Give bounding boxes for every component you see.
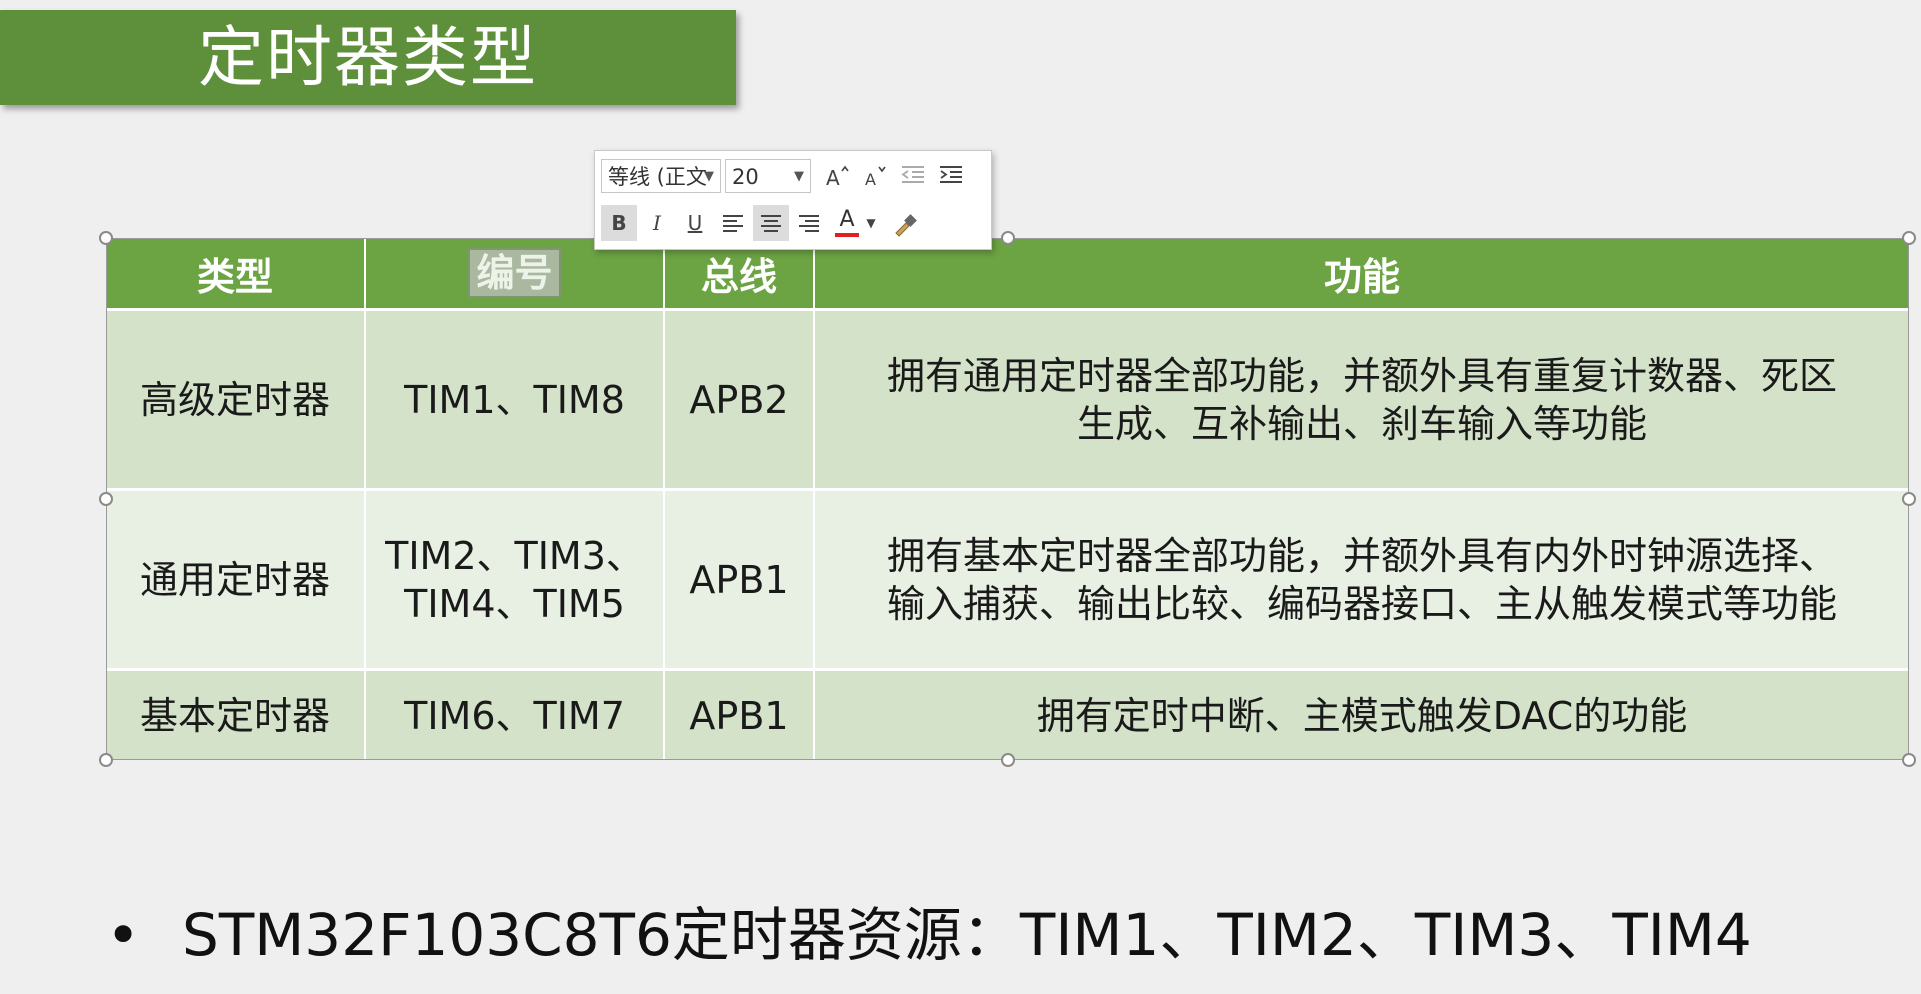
cell-desc[interactable]: 拥有定时中断、主模式触发DAC的功能	[814, 668, 1909, 760]
timer-table-container[interactable]: 类型 编号 总线 功能 高级定时器 TIM1、TIM8 APB2 拥有通用定时器…	[106, 238, 1909, 760]
resize-handle-top[interactable]	[1001, 231, 1015, 245]
cell-bus[interactable]: APB1	[664, 668, 815, 760]
format-painter-button[interactable]	[887, 205, 923, 241]
font-name-dropdown[interactable]: 等线 (正文 ▼	[601, 159, 721, 193]
decrease-font-size-icon: A	[865, 166, 886, 187]
align-right-icon	[799, 215, 819, 232]
underline-button[interactable]: U	[677, 205, 713, 241]
cell-type[interactable]: 基本定时器	[106, 668, 366, 760]
align-left-button[interactable]	[715, 205, 751, 241]
bullet-text: STM32F103C8T6定时器资源：TIM1、TIM2、TIM3、TIM4	[182, 901, 1752, 969]
decrease-indent-button[interactable]	[895, 157, 931, 193]
cell-bus[interactable]: APB2	[664, 307, 815, 490]
desc-line: 生成、互补输出、刹车输入等功能	[1076, 401, 1647, 446]
svg-text:A: A	[865, 170, 876, 187]
font-size-value: 20	[732, 165, 759, 189]
svg-text:A: A	[826, 166, 840, 187]
format-painter-icon	[895, 214, 917, 237]
font-name-value: 等线 (正文	[608, 165, 707, 189]
resize-handle-left[interactable]	[99, 492, 113, 506]
font-color-icon: A	[839, 207, 855, 232]
font-color-dropdown-button[interactable]: ▼	[861, 205, 881, 241]
ids-line: TIM4、TIM5	[404, 581, 625, 626]
cell-ids[interactable]: TIM1、TIM8	[365, 307, 665, 490]
increase-indent-icon	[940, 166, 962, 183]
align-left-icon	[723, 215, 743, 232]
align-center-icon	[761, 215, 781, 232]
chevron-down-icon: ▼	[866, 216, 876, 230]
cell-type[interactable]: 通用定时器	[106, 488, 366, 670]
title-banner[interactable]: 定时器类型	[0, 10, 736, 105]
font-color-button[interactable]: A	[829, 205, 865, 241]
slide-title[interactable]: 定时器类型	[198, 20, 538, 95]
cell-ids[interactable]: TIM2、TIM3、 TIM4、TIM5	[365, 488, 665, 670]
cell-ids[interactable]: TIM6、TIM7	[365, 668, 665, 760]
increase-font-size-button[interactable]: A	[819, 157, 855, 193]
table-row: 通用定时器 TIM2、TIM3、 TIM4、TIM5 APB1 拥有基本定时器全…	[106, 488, 1909, 670]
mini-format-toolbar: 等线 (正文 ▼ 20 ▼ A A B I U A ▼	[594, 150, 992, 250]
cell-desc[interactable]: 拥有基本定时器全部功能，并额外具有内外时钟源选择、 输入捕获、输出比较、编码器接…	[814, 488, 1909, 670]
resize-handle-top-left[interactable]	[99, 231, 113, 245]
table-header-row: 类型 编号 总线 功能	[106, 238, 1909, 310]
cell-desc[interactable]: 拥有通用定时器全部功能，并额外具有重复计数器、死区 生成、互补输出、刹车输入等功…	[814, 307, 1909, 490]
cell-bus[interactable]: APB1	[664, 488, 815, 670]
chevron-down-icon: ▼	[794, 169, 804, 184]
font-size-dropdown[interactable]: 20 ▼	[725, 159, 811, 193]
table-row: 高级定时器 TIM1、TIM8 APB2 拥有通用定时器全部功能，并额外具有重复…	[106, 307, 1909, 490]
font-color-bar	[835, 233, 859, 237]
bullet-icon: •	[106, 901, 141, 969]
resize-handle-right[interactable]	[1902, 492, 1916, 506]
resize-handle-bottom-left[interactable]	[99, 753, 113, 767]
align-right-button[interactable]	[791, 205, 827, 241]
table-row: 基本定时器 TIM6、TIM7 APB1 拥有定时中断、主模式触发DAC的功能	[106, 668, 1909, 760]
italic-button[interactable]: I	[639, 205, 675, 241]
bullet-item[interactable]: • STM32F103C8T6定时器资源：TIM1、TIM2、TIM3、TIM4	[106, 900, 1752, 970]
ids-line: TIM2、TIM3、	[385, 533, 644, 578]
increase-indent-button[interactable]	[933, 157, 969, 193]
cell-type[interactable]: 高级定时器	[106, 307, 366, 490]
decrease-font-size-button[interactable]: A	[857, 157, 893, 193]
resize-handle-top-right[interactable]	[1902, 231, 1916, 245]
resize-handle-bottom[interactable]	[1001, 753, 1015, 767]
decrease-indent-icon	[901, 166, 924, 183]
align-center-button[interactable]	[753, 205, 789, 241]
desc-line: 输入捕获、输出比较、编码器接口、主从触发模式等功能	[886, 581, 1837, 626]
bold-button[interactable]: B	[601, 205, 637, 241]
header-type[interactable]: 类型	[106, 238, 366, 310]
timer-table[interactable]: 类型 编号 总线 功能 高级定时器 TIM1、TIM8 APB2 拥有通用定时器…	[106, 238, 1909, 760]
increase-font-size-icon: A	[826, 165, 849, 187]
desc-line: 拥有通用定时器全部功能，并额外具有重复计数器、死区	[886, 353, 1837, 398]
desc-line: 拥有基本定时器全部功能，并额外具有内外时钟源选择、	[886, 533, 1837, 578]
chevron-down-icon: ▼	[704, 169, 714, 184]
selected-header-text[interactable]: 编号	[468, 248, 561, 298]
resize-handle-bottom-right[interactable]	[1902, 753, 1916, 767]
